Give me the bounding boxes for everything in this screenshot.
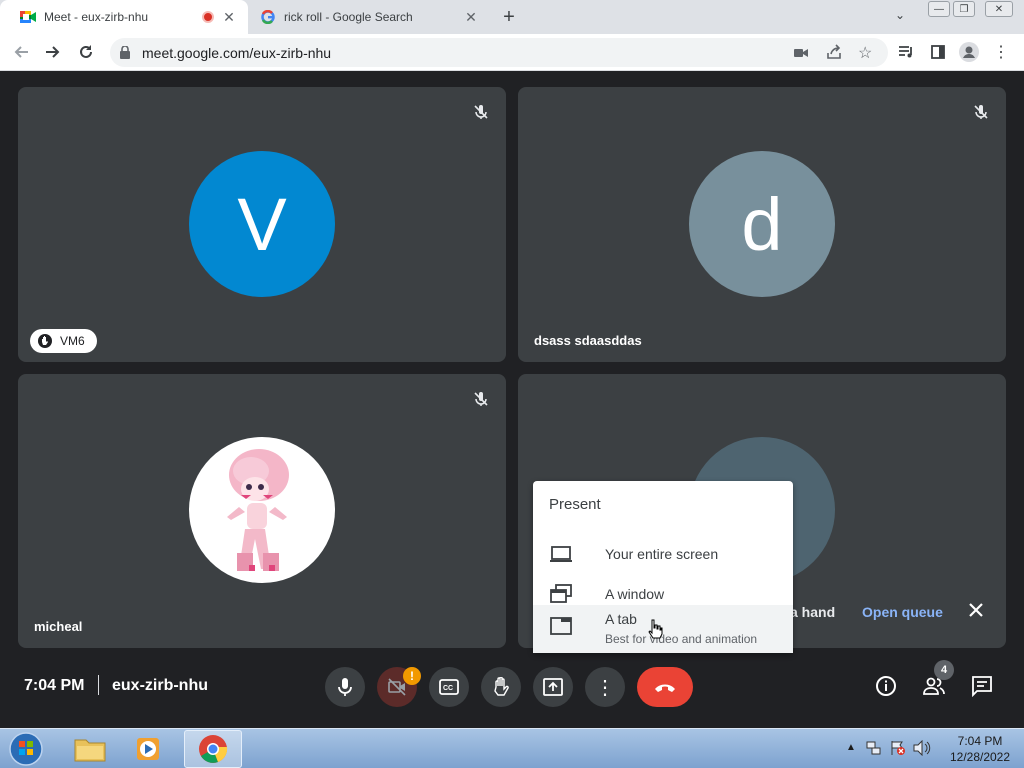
media-player-icon[interactable] [122, 730, 174, 768]
url-text: meet.google.com/eux-zirb-nhu [142, 45, 332, 61]
participant-tile[interactable]: d dsass sdaasddas [518, 87, 1006, 362]
media-control-icon[interactable] [895, 41, 917, 63]
laptop-icon [549, 544, 573, 564]
side-panel-icon[interactable] [927, 41, 949, 63]
restore-button[interactable]: ❐ [953, 1, 975, 17]
avatar-initial: V [237, 182, 287, 266]
system-clock-date: 12/28/2022 [949, 750, 1011, 764]
meeting-clock: 7:04 PM [24, 677, 85, 694]
participant-avatar-image [189, 437, 335, 583]
action-center-flag-icon[interactable] [890, 740, 906, 761]
participant-name: VM6 [60, 334, 85, 348]
camera-in-use-icon[interactable] [794, 46, 808, 64]
file-explorer-icon[interactable] [64, 730, 116, 768]
close-notification-icon[interactable] [966, 600, 986, 620]
raised-hand-text: a hand [790, 604, 836, 620]
tab-google-search[interactable]: rick roll - Google Search ✕ [250, 0, 490, 34]
start-button[interactable] [0, 730, 52, 768]
reload-icon[interactable] [75, 41, 97, 63]
captions-button[interactable]: CC [429, 667, 469, 707]
profile-avatar-icon[interactable] [958, 41, 980, 63]
more-options-icon[interactable]: ⋮ [585, 667, 625, 707]
browser-toolbar: meet.google.com/eux-zirb-nhu ☆ ⋮ [0, 34, 1024, 71]
participant-name: dsass sdaasddas [534, 333, 642, 348]
volume-icon[interactable] [913, 739, 931, 761]
system-clock-time: 7:04 PM [957, 734, 1003, 748]
tab-meet[interactable]: Meet - eux-zirb-nhu ✕ [0, 0, 248, 34]
open-queue-button[interactable]: Open queue [862, 604, 943, 620]
camera-warning-badge: ! [403, 667, 421, 685]
microphone-button[interactable] [325, 667, 365, 707]
avatar-initial: d [741, 182, 783, 266]
address-bar[interactable]: meet.google.com/eux-zirb-nhu ☆ [110, 38, 888, 67]
present-now-button[interactable] [533, 667, 573, 707]
meeting-code: eux-zirb-nhu [112, 677, 208, 694]
raised-hand-badge: VM6 [30, 329, 97, 353]
tab-title: rick roll - Google Search [284, 10, 413, 24]
participant-avatar: V [189, 151, 335, 297]
mic-muted-icon [970, 101, 992, 123]
system-clock[interactable]: 7:04 PM 12/28/2022 [940, 733, 1020, 765]
chat-icon[interactable] [967, 671, 997, 701]
divider [98, 675, 99, 695]
option-label: A tab [605, 611, 637, 627]
present-entire-screen-option[interactable]: Your entire screen [533, 534, 793, 574]
present-tab-option[interactable]: A tab Best for video and animation [533, 605, 793, 653]
meeting-details-icon[interactable] [871, 671, 901, 701]
tab-icon [549, 616, 573, 636]
meet-call-view: V VM6 d dsass sdaasddas micheal a hand O… [0, 71, 1024, 728]
network-icon[interactable] [866, 740, 882, 761]
hand-cursor-icon [647, 619, 663, 644]
present-menu-title: Present [549, 496, 601, 513]
chrome-menu-icon[interactable]: ⋮ [990, 41, 1012, 63]
bookmark-star-icon[interactable]: ☆ [858, 43, 872, 63]
chrome-taskbar-button[interactable] [184, 730, 242, 768]
present-menu: Present Your entire screen A window A ta… [533, 481, 793, 653]
lock-icon[interactable] [120, 45, 130, 64]
option-label: A window [605, 586, 665, 602]
raise-hand-button[interactable] [481, 667, 521, 707]
mic-muted-icon [470, 388, 492, 410]
leave-call-button[interactable] [637, 667, 693, 707]
browser-tab-strip: Meet - eux-zirb-nhu ✕ rick roll - Google… [0, 0, 1024, 34]
mic-muted-icon [470, 101, 492, 123]
window-icon [549, 584, 573, 604]
participant-tile[interactable]: micheal [18, 374, 506, 648]
tab-search-chevron-icon[interactable]: ⌄ [895, 8, 905, 22]
option-label: Your entire screen [605, 546, 719, 562]
option-subtitle: Best for video and animation [605, 632, 758, 646]
new-tab-button[interactable]: + [498, 6, 520, 28]
show-hidden-icons-button[interactable]: ▲ [846, 742, 856, 753]
participant-avatar: d [689, 151, 835, 297]
participant-tile[interactable]: V VM6 [18, 87, 506, 362]
close-tab-icon[interactable]: ✕ [220, 8, 238, 26]
close-window-button[interactable]: ✕ [985, 1, 1013, 17]
participant-name: micheal [34, 619, 83, 634]
people-count-badge: 4 [934, 660, 954, 680]
back-arrow-icon[interactable] [10, 41, 32, 63]
share-icon[interactable] [826, 44, 842, 65]
minimize-button[interactable]: — [928, 1, 950, 17]
close-tab-icon[interactable]: ✕ [462, 8, 480, 26]
svg-text:CC: CC [443, 685, 453, 692]
tab-title: Meet - eux-zirb-nhu [44, 10, 149, 24]
google-icon [260, 9, 276, 25]
windows-taskbar: ▲ 7:04 PM 12/28/2022 [0, 728, 1024, 768]
forward-arrow-icon[interactable] [42, 41, 64, 63]
google-meet-icon [20, 9, 36, 25]
raised-hand-icon [38, 334, 52, 348]
meet-bottom-bar: 7:04 PM eux-zirb-nhu ! CC ⋮ 4 [0, 656, 1024, 716]
recording-indicator-icon [202, 11, 214, 23]
